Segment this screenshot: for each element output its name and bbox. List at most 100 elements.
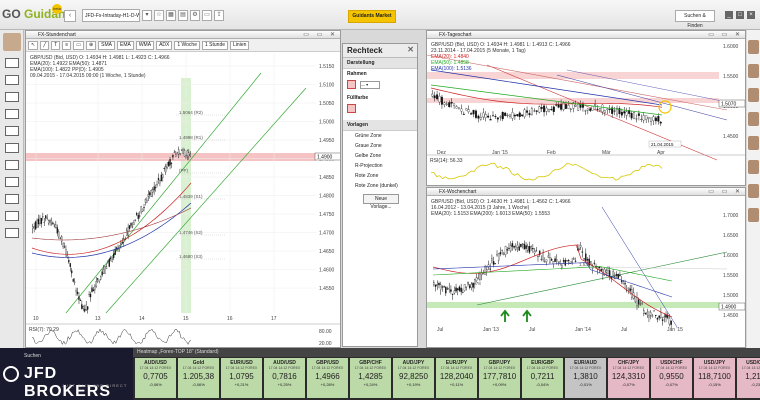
heatmap-tile[interactable]: AUD/JPY 17.04 14:12 FOREX 92,8250 +0,19% <box>393 358 434 398</box>
template-item[interactable]: Graue Zone <box>343 141 417 151</box>
template-item[interactable]: Rote Zone (dunkel) <box>343 181 417 191</box>
expert-avatar[interactable] <box>748 64 759 78</box>
weekly-candle <box>503 252 505 255</box>
daily-candle <box>443 102 446 105</box>
display-tool-icon[interactable] <box>5 177 19 187</box>
heatmap-tile[interactable]: EUR/JPY 17.04 14:12 FOREX 128,2040 +0,11% <box>436 358 477 398</box>
template-item[interactable]: R-Projection <box>343 161 417 171</box>
window-controls[interactable]: ▭ ▭ ✕ <box>708 31 743 39</box>
fib-tool[interactable]: ≡ <box>62 41 72 50</box>
heatmap-tile[interactable]: USD/CAD17.04 14:12 FOREX1,2166-0,23% <box>737 358 760 398</box>
news-tool-icon[interactable] <box>5 109 19 119</box>
minimize-icon[interactable]: _ <box>725 11 733 19</box>
expert-avatar[interactable] <box>748 136 759 150</box>
list-tool-icon[interactable] <box>5 92 19 102</box>
interval-select[interactable]: 1 Stunde <box>202 41 229 50</box>
heatmap-tile[interactable]: EUR/USD 17.04 14:12 FOREX 1,0795 +0,21% <box>221 358 262 398</box>
cursor-tool[interactable]: ↖ <box>28 41 39 50</box>
daily-price-chart[interactable]: 1.60001.55001.50001.4500DezJan '15FebMär… <box>427 40 746 186</box>
x-tick-label: 15 <box>183 316 189 322</box>
hourly-candle <box>163 168 165 170</box>
grid-icon[interactable]: ▦ <box>166 10 176 21</box>
weekly-candle <box>501 249 503 251</box>
screen-tool-icon[interactable] <box>5 160 19 170</box>
pivot-label: 1.4680 (S3) <box>179 254 203 259</box>
search-button[interactable]: Suchen & Finden <box>675 10 715 29</box>
heatmap-tile[interactable]: AUD/USD 17.04 14:12 FOREX 0,7705 -0,06% <box>135 358 176 398</box>
template-item[interactable]: Gelbe Zone <box>343 151 417 161</box>
expert-avatar[interactable] <box>748 112 759 126</box>
hourly-candle <box>133 222 135 225</box>
maximize-icon[interactable]: □ <box>736 11 744 19</box>
line-tool[interactable]: ╱ <box>40 41 50 50</box>
expert-avatars <box>747 30 760 348</box>
back-icon[interactable]: ‹ <box>64 10 76 22</box>
broker-banner[interactable]: Suchen JFD BROKERS JUST FAIR AND DIRECT <box>0 348 133 400</box>
window-tool-icon[interactable] <box>5 58 19 68</box>
search-tab[interactable]: Suchen <box>24 353 41 359</box>
y-tick-label: 1.5100 <box>319 83 335 89</box>
chart-tool-icon[interactable] <box>5 75 19 85</box>
star-icon[interactable]: ☆ <box>154 10 164 21</box>
template-item[interactable]: Grüne Zone <box>343 131 417 141</box>
frame-color-swatch[interactable] <box>347 80 356 89</box>
market-button[interactable]: Guidants Market <box>348 10 396 23</box>
share-icon[interactable]: ⇪ <box>214 10 224 21</box>
heatmap-tile[interactable]: GBP/CHF 17.04 14:12 FOREX 1,4285 +0,24% <box>350 358 391 398</box>
expert-avatar[interactable] <box>748 160 759 174</box>
daily-candle <box>567 105 570 109</box>
new-template-button[interactable]: Neue Vorlage... <box>363 194 399 210</box>
user-avatar[interactable] <box>3 33 21 51</box>
fill-color-swatch[interactable] <box>347 104 356 113</box>
indicator-wma[interactable]: WMA <box>135 41 155 50</box>
heatmap-tile[interactable]: GBP/USD 17.04 14:12 FOREX 1,4966 +0,28% <box>307 358 348 398</box>
chart-type-select[interactable]: Linien <box>230 41 250 50</box>
range-select[interactable]: 1 Woche <box>174 41 200 50</box>
desktop-tool-icon[interactable] <box>5 143 19 153</box>
zoom-tool[interactable]: ⊕ <box>85 41 97 50</box>
panel-tool-icon[interactable] <box>5 211 19 221</box>
template-item[interactable]: Rote Zone <box>343 171 417 181</box>
settings-icon[interactable]: ⚙ <box>190 10 200 21</box>
heatmap-tile[interactable]: USD/CHF 17.04 14:12 FOREX 0,9550 -0,07% <box>651 358 692 398</box>
weekly-candle <box>540 258 543 260</box>
hourly-candle <box>68 260 70 263</box>
layout-icon[interactable]: ▤ <box>178 10 188 21</box>
hourly-price-chart[interactable]: 1.5150 1.5100 1.5050 1.5000 1.4950 1.4900 1.48… <box>26 53 341 348</box>
window-icon[interactable]: ▭ <box>202 10 212 21</box>
workspace-field[interactable]: JFD-Fx-Intraday-H1-D-W <box>82 9 140 22</box>
line-style-select[interactable]: — ▾ <box>360 80 380 89</box>
layout-tool-icon[interactable] <box>5 194 19 204</box>
hourly-candle <box>126 230 128 236</box>
heatmap-tile[interactable]: EUR/AUD 17.04 14:12 FOREX 1,3810 -0,01% <box>565 358 606 398</box>
hourly-candle <box>45 215 47 219</box>
monitor-tool-icon[interactable] <box>5 126 19 136</box>
rect-tool[interactable]: ▭ <box>73 41 84 50</box>
text-tool[interactable]: T <box>51 41 61 50</box>
indicator-ema[interactable]: EMA <box>116 41 134 50</box>
weekly-price-chart[interactable]: 1.7000 1.6500 1.6000 1.5500 1.5000 1.4500 Jul J… <box>427 197 746 348</box>
heatmap-tile[interactable]: USD/JPY 17.04 14:12 FOREX 118,7100 -0,15% <box>694 358 735 398</box>
expert-avatar[interactable] <box>748 40 759 54</box>
indicator-adx[interactable]: ADX <box>156 41 173 50</box>
heatmap-tile[interactable]: GBP/JPY 17.04 14:12 FOREX 177,7810 +0,09% <box>479 358 520 398</box>
expert-avatar[interactable] <box>748 184 759 198</box>
dropdown-icon[interactable]: ▾ <box>142 10 152 21</box>
more-tool-icon[interactable] <box>5 228 19 238</box>
weekly-candle <box>446 288 449 290</box>
close-icon[interactable]: ✕ <box>407 45 414 54</box>
heatmap-tile[interactable]: AUD/USD 17.04 14:12 FOREX 0,7816 +0,25% <box>264 358 305 398</box>
indicator-sma[interactable]: SMA <box>98 41 115 50</box>
daily-candle <box>608 109 611 110</box>
expert-avatar[interactable] <box>748 88 759 102</box>
close-icon[interactable]: × <box>747 11 755 19</box>
window-controls[interactable]: ▭ ▭ ✕ <box>303 31 338 39</box>
heatmap-tile[interactable]: Gold 17.04 14:12 FOREX 1.205,38 -0,06% <box>178 358 219 398</box>
weekly-candle <box>518 246 520 251</box>
heatmap-tile[interactable]: EUR/GBP 17.04 14:12 FOREX 0,7211 -0,04% <box>522 358 563 398</box>
weekly-candle <box>562 260 565 262</box>
window-controls[interactable]: ▭ ▭ ✕ <box>708 188 743 196</box>
expert-avatar[interactable] <box>748 208 759 222</box>
heatmap-tile[interactable]: CHF/JPY 17.04 14:12 FOREX 124,3310 -0,07% <box>608 358 649 398</box>
hourly-candle <box>62 243 64 247</box>
